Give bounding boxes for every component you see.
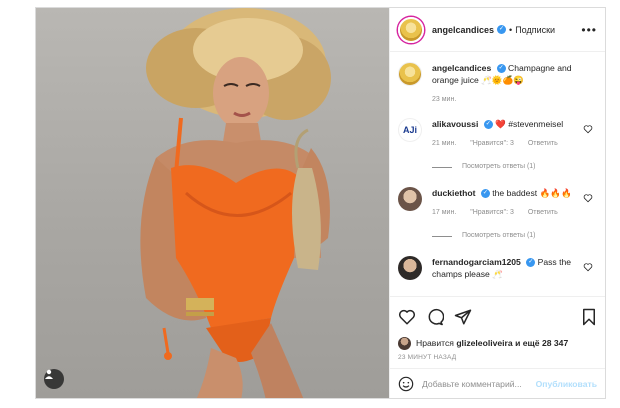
comment-avatar[interactable] xyxy=(398,187,422,211)
comment-username[interactable]: duckiethot xyxy=(432,188,475,198)
comment-avatar[interactable]: AJi xyxy=(398,118,422,142)
verified-badge-icon: ✓ xyxy=(497,25,507,34)
share-send-icon[interactable] xyxy=(454,308,472,326)
caption-time[interactable]: 23 мин. xyxy=(432,96,456,103)
replies-line xyxy=(432,166,452,168)
comment-like-heart-icon[interactable] xyxy=(583,193,593,203)
caption-avatar[interactable] xyxy=(398,62,422,86)
comment-item: fernandogarciam1205 ✓ Pass the champs pl… xyxy=(398,256,597,280)
save-bookmark-icon[interactable] xyxy=(581,308,597,326)
post-timestamp[interactable]: 23 МИНУТ НАЗАД xyxy=(390,350,605,368)
author-avatar[interactable] xyxy=(398,16,424,43)
tagged-users-button[interactable] xyxy=(44,369,64,389)
reply-button[interactable]: Ответить xyxy=(528,209,558,216)
instagram-post: angelcandices ✓ • Подписки ••• angelcand… xyxy=(35,7,606,399)
follow-status-button[interactable]: Подписки xyxy=(515,25,555,35)
publish-button[interactable]: Опубликовать xyxy=(536,379,597,389)
post-header: angelcandices ✓ • Подписки ••• xyxy=(390,8,605,52)
comment-like-heart-icon[interactable] xyxy=(583,124,593,134)
liked-by-prefix: Нравится xyxy=(416,338,454,348)
more-options-icon[interactable]: ••• xyxy=(581,23,597,37)
verified-badge-icon: ✓ xyxy=(483,120,493,130)
post-actions-bar xyxy=(390,296,605,336)
user-icon xyxy=(45,369,53,379)
comment-avatar[interactable] xyxy=(398,256,422,280)
header-separator: • xyxy=(509,24,513,35)
replies-line xyxy=(432,235,452,237)
view-replies-button[interactable]: Посмотреть ответы (1) xyxy=(432,230,597,242)
view-replies-button[interactable]: Посмотреть ответы (1) xyxy=(432,161,597,173)
photo-illustration xyxy=(140,8,331,398)
comment-username[interactable]: fernandogarciam1205 xyxy=(432,257,521,267)
comment-time[interactable]: 21 мин. xyxy=(432,140,456,147)
post-side-panel: angelcandices ✓ • Подписки ••• angelcand… xyxy=(389,8,605,398)
comment-likes-count[interactable]: "Нравится": 3 xyxy=(470,209,514,216)
caption-username[interactable]: angelcandices xyxy=(432,63,491,73)
comment-item: duckiethot ✓ the baddest 🔥🔥🔥 17 мин. "Нр… xyxy=(398,187,597,219)
comments-list[interactable]: angelcandices ✓ Champagne and orange jui… xyxy=(390,52,605,296)
comment-bubble-icon[interactable] xyxy=(426,308,444,326)
emoji-smiley-icon[interactable] xyxy=(398,376,414,392)
verified-badge-icon: ✓ xyxy=(480,189,490,199)
comment-likes-count[interactable]: "Нравится": 3 xyxy=(470,140,514,147)
comment-input[interactable] xyxy=(422,378,536,389)
liker-avatar[interactable] xyxy=(398,336,411,350)
like-heart-icon[interactable] xyxy=(398,308,416,326)
comment-text: the baddest 🔥🔥🔥 xyxy=(492,188,572,198)
caption: angelcandices ✓ Champagne and orange jui… xyxy=(398,62,597,106)
comment-text: ❤️ #stevenmeisel xyxy=(495,119,564,129)
comment-time[interactable]: 17 мин. xyxy=(432,209,456,216)
view-replies-label: Посмотреть ответы (1) xyxy=(462,232,536,239)
reply-button[interactable]: Ответить xyxy=(528,140,558,147)
verified-badge-icon: ✓ xyxy=(496,64,506,74)
comment-like-heart-icon[interactable] xyxy=(583,262,593,272)
liked-by-user[interactable]: glizeleoliveira xyxy=(456,338,512,348)
comment-item: AJi alikavoussi ✓ ❤️ #stevenmeisel 21 ми… xyxy=(398,118,597,150)
author-username[interactable]: angelcandices xyxy=(432,25,494,35)
comment-username[interactable]: alikavoussi xyxy=(432,119,478,129)
post-photo[interactable] xyxy=(36,8,389,398)
liked-by: Нравится glizeleoliveira и ещё 28 347 xyxy=(390,336,605,350)
add-comment-bar: Опубликовать xyxy=(390,368,605,398)
verified-badge-icon: ✓ xyxy=(526,258,536,268)
liked-by-more[interactable]: и ещё 28 347 xyxy=(515,338,568,348)
view-replies-label: Посмотреть ответы (1) xyxy=(462,163,536,170)
